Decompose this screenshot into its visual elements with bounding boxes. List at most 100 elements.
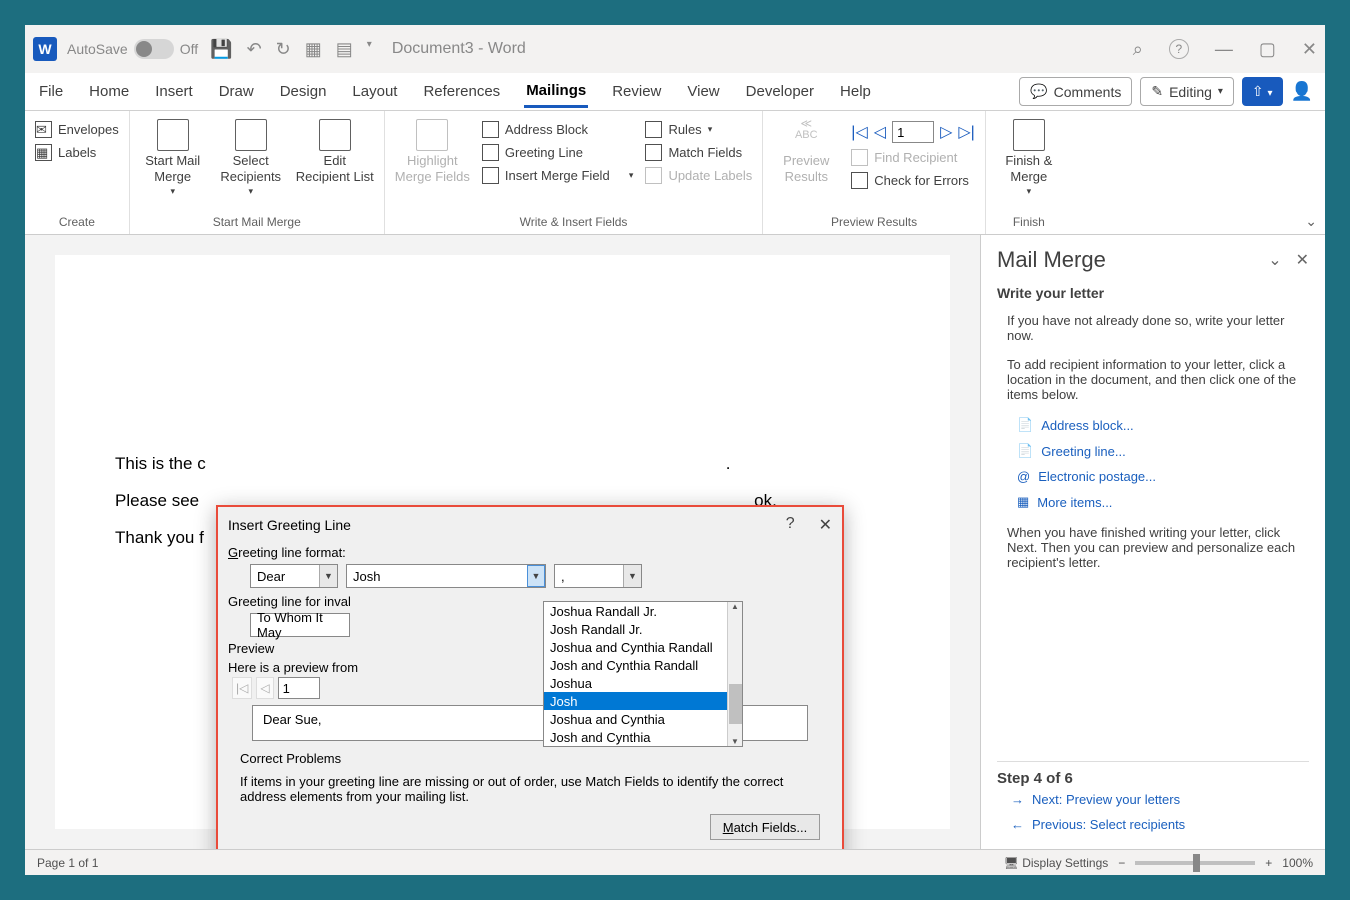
name-format-dropdown: Joshua Randall Jr. Josh Randall Jr. Josh… (543, 601, 743, 747)
finish-merge-button[interactable]: Finish & Merge▾ (996, 115, 1062, 197)
labels-icon: ▦ (35, 144, 52, 161)
dropdown-option[interactable]: Joshua Randall Jr. (544, 602, 742, 620)
toggle-icon[interactable] (134, 39, 174, 59)
chevron-down-icon[interactable]: ▼ (319, 565, 337, 587)
tab-references[interactable]: References (421, 77, 502, 106)
address-block-button[interactable]: Address Block (482, 121, 634, 138)
editing-button[interactable]: ✎Editing▾ (1140, 77, 1234, 106)
match-fields-dialog-button[interactable]: Match Fields... (710, 814, 820, 840)
ribbon-group-create: ✉Envelopes ▦Labels Create (25, 111, 130, 234)
qat-icon-2[interactable]: ▤ (336, 39, 353, 60)
zoom-in-icon[interactable]: + (1265, 856, 1272, 870)
page-indicator[interactable]: Page 1 of 1 (37, 856, 98, 870)
dropdown-option[interactable]: Joshua and Cynthia Randall (544, 638, 742, 656)
preview-record-input[interactable] (278, 677, 320, 699)
minimize-icon[interactable]: — (1215, 39, 1233, 60)
dropdown-option[interactable]: Josh and Cynthia Randall (544, 656, 742, 674)
tab-draw[interactable]: Draw (217, 77, 256, 106)
dropdown-scrollbar[interactable]: ▲▼ (727, 602, 742, 746)
insert-merge-field-button[interactable]: Insert Merge Field ▾ (482, 167, 634, 184)
link-address-block[interactable]: 📄Address block... (997, 412, 1309, 438)
greeting-line-button[interactable]: Greeting Line (482, 144, 634, 161)
close-pane-icon[interactable]: ✕ (1296, 250, 1309, 270)
chevron-down-icon[interactable]: ▼ (623, 565, 641, 587)
redo-icon[interactable]: ↻ (276, 39, 291, 60)
last-record-icon[interactable]: ▷| (958, 122, 974, 142)
check-errors-button[interactable]: Check for Errors (851, 172, 975, 189)
zoom-slider[interactable] (1135, 861, 1255, 865)
pane-step: Step 4 of 6 (997, 761, 1309, 787)
dropdown-option[interactable]: Josh Randall Jr. (544, 620, 742, 638)
start-mail-merge-button[interactable]: Start Mail Merge▾ (140, 115, 206, 197)
save-icon[interactable]: 💾 (210, 39, 232, 60)
labels-button[interactable]: ▦Labels (35, 144, 119, 161)
preview-hint: Here is a preview from (228, 660, 358, 675)
autosave-toggle[interactable]: AutoSave Off (67, 39, 198, 59)
punctuation-combo[interactable]: , ▼ (554, 564, 642, 588)
comments-button[interactable]: 💬Comments (1019, 77, 1132, 106)
link-next-step[interactable]: →Next: Preview your letters (997, 787, 1309, 812)
match-fields-button[interactable]: Match Fields (645, 144, 752, 161)
salutation-combo[interactable]: Dear ▼ (250, 564, 338, 588)
edit-recipient-list-button[interactable]: Edit Recipient List (296, 115, 374, 184)
first-icon[interactable]: |◁ (232, 677, 252, 699)
doc-icon: 📄 (1017, 417, 1033, 433)
tab-home[interactable]: Home (87, 77, 131, 106)
zoom-level[interactable]: 100% (1282, 856, 1313, 870)
link-greeting-line[interactable]: 📄Greeting line... (997, 438, 1309, 464)
ribbon-group-start-mail-merge: Start Mail Merge▾ Select Recipients▾ Edi… (130, 111, 385, 234)
envelope-icon: ✉ (35, 121, 52, 138)
chevron-down-icon[interactable]: ▼ (527, 565, 545, 587)
tab-design[interactable]: Design (278, 77, 329, 106)
select-recipients-button[interactable]: Select Recipients▾ (218, 115, 284, 197)
update-icon (645, 167, 662, 184)
insert-greeting-line-dialog: Insert Greeting Line ? ✕ Greeting line f… (216, 505, 844, 849)
arrow-right-icon: → (1011, 792, 1024, 807)
link-prev-step[interactable]: ←Previous: Select recipients (997, 812, 1309, 837)
dialog-help-icon[interactable]: ? (786, 515, 795, 535)
link-electronic-postage[interactable]: @Electronic postage... (997, 464, 1309, 489)
tab-developer[interactable]: Developer (744, 77, 816, 106)
tab-help[interactable]: Help (838, 77, 873, 106)
maximize-icon[interactable]: ▢ (1259, 39, 1276, 60)
dropdown-option[interactable]: Joshua (544, 674, 742, 692)
collapse-ribbon-icon[interactable]: ⌄ (1297, 209, 1325, 234)
help-icon[interactable]: ? (1169, 39, 1189, 59)
dropdown-option[interactable]: Josh and Cynthia (544, 728, 742, 746)
dropdown-option[interactable]: Joshua and Cynthia (544, 710, 742, 728)
search-icon[interactable]: ⌕ (1133, 39, 1143, 60)
tab-insert[interactable]: Insert (153, 77, 195, 106)
account-icon[interactable]: 👤 (1291, 81, 1313, 102)
prev-record-icon[interactable]: ◁ (874, 122, 886, 142)
zoom-out-icon[interactable]: − (1118, 856, 1125, 870)
undo-icon[interactable]: ↶ (247, 39, 262, 60)
pane-text: If you have not already done so, write y… (1007, 313, 1309, 343)
find-recipient-button: Find Recipient (851, 149, 975, 166)
qat-icon-1[interactable]: ▦ (305, 39, 322, 60)
next-record-icon[interactable]: ▷ (940, 122, 952, 142)
rules-button[interactable]: Rules▾ (645, 121, 752, 138)
record-input[interactable] (892, 121, 934, 143)
chevron-down-icon[interactable]: ⌄ (1268, 250, 1281, 270)
close-icon[interactable]: ✕ (1302, 39, 1317, 60)
tab-layout[interactable]: Layout (350, 77, 399, 106)
display-settings-button[interactable]: 🖥 Display Settings (1004, 856, 1109, 870)
share-button[interactable]: ⇧ ▾ (1242, 77, 1283, 106)
name-format-combo[interactable]: Josh ▼ (346, 564, 546, 588)
qat-dropdown-icon[interactable]: ▾ (367, 39, 372, 60)
link-more-items[interactable]: ▦More items... (997, 489, 1309, 515)
tab-view[interactable]: View (685, 77, 721, 106)
first-record-icon[interactable]: |◁ (851, 122, 867, 142)
slider-thumb[interactable] (1193, 854, 1200, 872)
dialog-close-icon[interactable]: ✕ (819, 515, 832, 535)
prev-icon[interactable]: ◁ (256, 677, 273, 699)
doc-text-1: This is the c (115, 454, 206, 473)
match-icon (645, 144, 662, 161)
envelopes-button[interactable]: ✉Envelopes (35, 121, 119, 138)
invalid-greeting-combo[interactable]: To Whom It May (250, 613, 350, 637)
tab-file[interactable]: File (37, 77, 65, 106)
dropdown-option-selected[interactable]: Josh (544, 692, 742, 710)
arrow-left-icon: ← (1011, 817, 1024, 832)
tab-mailings[interactable]: Mailings (524, 76, 588, 108)
tab-review[interactable]: Review (610, 77, 663, 106)
